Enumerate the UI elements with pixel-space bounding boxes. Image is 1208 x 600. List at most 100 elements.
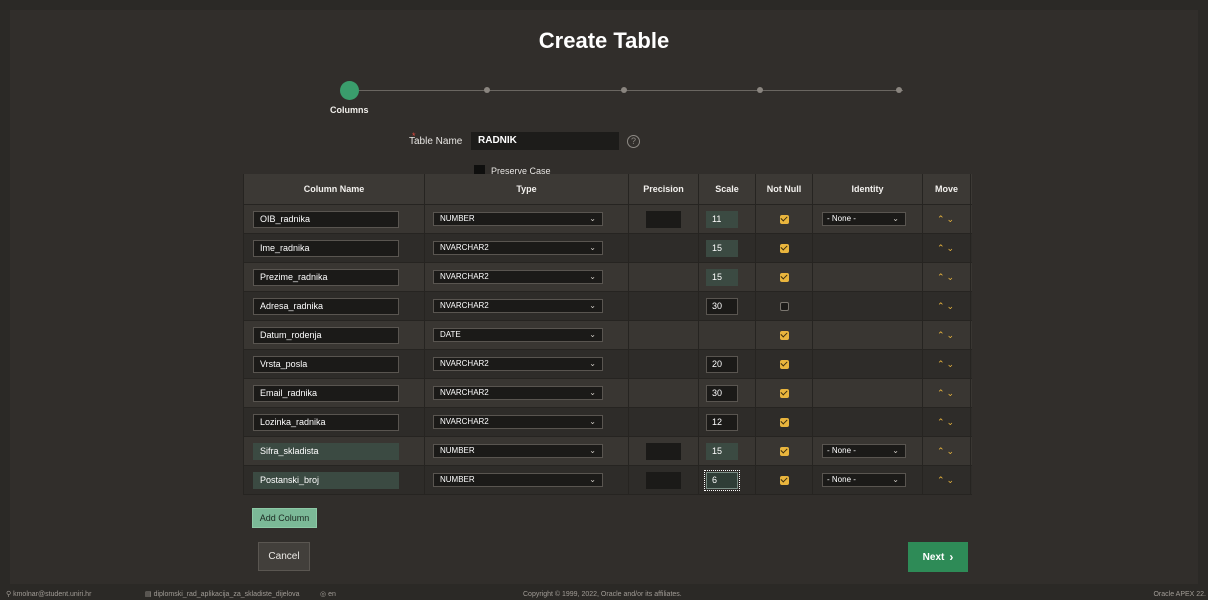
move-down-icon[interactable]: ⌄ <box>947 446 957 457</box>
cancel-button[interactable]: Cancel <box>258 542 310 571</box>
type-select[interactable]: NVARCHAR2 ⌄ <box>433 386 603 400</box>
move-down-icon[interactable]: ⌄ <box>947 417 957 428</box>
column-name-input[interactable]: Prezime_radnika <box>253 268 399 286</box>
precision-input[interactable] <box>646 210 681 228</box>
identity-select[interactable]: - None - ⌄ <box>822 444 906 458</box>
not-null-checkbox[interactable] <box>779 359 789 369</box>
cell-precision <box>629 263 699 291</box>
type-select[interactable]: DATE ⌄ <box>433 328 603 342</box>
cell-precision <box>629 234 699 262</box>
scale-input[interactable]: 12 <box>706 413 738 431</box>
move-down-icon[interactable]: ⌄ <box>947 243 957 254</box>
type-select[interactable]: NVARCHAR2 ⌄ <box>433 299 603 313</box>
column-name-input[interactable]: Datum_rodenja <box>253 326 399 344</box>
footer-language[interactable]: ◎ en <box>320 590 336 600</box>
user-icon: ⚲ <box>6 591 12 598</box>
cell-type: NVARCHAR2 ⌄ <box>425 408 629 436</box>
table-row: Datum_rodenja DATE ⌄ ⌃ ⌄ <box>243 321 972 350</box>
cell-scale: 20 <box>699 350 756 378</box>
not-null-checkbox[interactable] <box>779 301 789 311</box>
help-icon[interactable]: ? <box>627 135 640 148</box>
type-select[interactable]: NVARCHAR2 ⌄ <box>433 357 603 371</box>
move-down-icon[interactable]: ⌄ <box>947 359 957 370</box>
move-up-icon[interactable]: ⌃ <box>937 214 947 225</box>
identity-select[interactable]: - None - ⌄ <box>822 473 906 487</box>
not-null-checkbox[interactable] <box>779 446 789 456</box>
column-name-input[interactable]: Lozinka_radnika <box>253 413 399 431</box>
not-null-checkbox[interactable] <box>779 214 789 224</box>
cell-precision <box>629 350 699 378</box>
type-select[interactable]: NUMBER ⌄ <box>433 444 603 458</box>
type-select-value: NUMBER <box>440 446 475 455</box>
column-name-input[interactable]: Sifra_skladista <box>253 442 399 460</box>
add-column-button[interactable]: Add Column <box>252 508 317 528</box>
type-select[interactable]: NVARCHAR2 ⌄ <box>433 241 603 255</box>
type-select[interactable]: NVARCHAR2 ⌄ <box>433 270 603 284</box>
footer-user[interactable]: ⚲ kmolnar@student.uniri.hr <box>6 590 91 600</box>
column-name-input[interactable]: OIB_radnika <box>253 210 399 228</box>
footer-workspace[interactable]: ▤ diplomski_rad_aplikacija_za_skladiste_… <box>145 590 300 600</box>
chevron-down-icon: ⌄ <box>589 272 596 281</box>
precision-input[interactable] <box>646 442 681 460</box>
move-up-icon[interactable]: ⌃ <box>937 359 947 370</box>
not-null-checkbox[interactable] <box>779 330 789 340</box>
next-button[interactable]: Next › <box>908 542 968 572</box>
move-down-icon[interactable]: ⌄ <box>947 301 957 312</box>
move-up-icon[interactable]: ⌃ <box>937 301 947 312</box>
column-name-input[interactable]: Postanski_broj <box>253 471 399 489</box>
cell-type: NVARCHAR2 ⌄ <box>425 350 629 378</box>
move-down-icon[interactable]: ⌄ <box>947 214 957 225</box>
not-null-checkbox[interactable] <box>779 243 789 253</box>
move-up-icon[interactable]: ⌃ <box>937 330 947 341</box>
move-up-icon[interactable]: ⌃ <box>937 417 947 428</box>
scale-input[interactable]: 11 <box>706 210 738 228</box>
scale-input[interactable]: 15 <box>706 239 738 257</box>
type-select[interactable]: NUMBER ⌄ <box>433 212 603 226</box>
not-null-checkbox[interactable] <box>779 388 789 398</box>
move-up-icon[interactable]: ⌃ <box>937 446 947 457</box>
chevron-down-icon: ⌄ <box>589 330 596 339</box>
type-select[interactable]: NVARCHAR2 ⌄ <box>433 415 603 429</box>
type-select[interactable]: NUMBER ⌄ <box>433 473 603 487</box>
precision-input[interactable] <box>646 471 681 489</box>
move-down-icon[interactable]: ⌄ <box>947 272 957 283</box>
footer-version: Oracle APEX 22. <box>1153 591 1206 598</box>
scale-input[interactable]: 30 <box>706 297 738 315</box>
column-name-input[interactable]: Adresa_radnika <box>253 297 399 315</box>
move-up-icon[interactable]: ⌃ <box>937 388 947 399</box>
not-null-checkbox[interactable] <box>779 272 789 282</box>
move-up-icon[interactable]: ⌃ <box>937 475 947 486</box>
table-name-input[interactable]: RADNIK <box>471 132 619 150</box>
not-null-checkbox[interactable] <box>779 417 789 427</box>
table-row: Prezime_radnika NVARCHAR2 ⌄ 15 ⌃ ⌄ <box>243 263 972 292</box>
header-not-null: Not Null <box>756 174 813 204</box>
identity-select[interactable]: - None - ⌄ <box>822 212 906 226</box>
cell-not-null <box>756 321 813 349</box>
cell-type: NVARCHAR2 ⌄ <box>425 234 629 262</box>
cell-type: NVARCHAR2 ⌄ <box>425 292 629 320</box>
cell-precision <box>629 437 699 465</box>
column-name-input[interactable]: Vrsta_posla <box>253 355 399 373</box>
cell-column-name: Postanski_broj <box>243 466 425 494</box>
chevron-down-icon: ⌄ <box>892 214 899 223</box>
cell-column-name: Email_radnika <box>243 379 425 407</box>
type-select-value: NVARCHAR2 <box>440 359 489 368</box>
not-null-checkbox[interactable] <box>779 475 789 485</box>
type-select-value: NVARCHAR2 <box>440 388 489 397</box>
scale-input[interactable]: 15 <box>706 268 738 286</box>
scale-input[interactable]: 6 <box>704 469 740 491</box>
cell-type: NUMBER ⌄ <box>425 437 629 465</box>
wizard-step-columns <box>340 81 359 100</box>
scale-input[interactable]: 30 <box>706 384 738 402</box>
move-down-icon[interactable]: ⌄ <box>947 388 957 399</box>
scale-input[interactable]: 20 <box>706 355 738 373</box>
scale-input[interactable]: 15 <box>706 442 738 460</box>
next-button-label: Next <box>922 551 945 563</box>
column-name-input[interactable]: Ime_radnika <box>253 239 399 257</box>
move-down-icon[interactable]: ⌄ <box>947 330 957 341</box>
move-up-icon[interactable]: ⌃ <box>937 272 947 283</box>
move-up-icon[interactable]: ⌃ <box>937 243 947 254</box>
page-title: Create Table <box>538 28 670 53</box>
column-name-input[interactable]: Email_radnika <box>253 384 399 402</box>
move-down-icon[interactable]: ⌄ <box>947 475 957 486</box>
